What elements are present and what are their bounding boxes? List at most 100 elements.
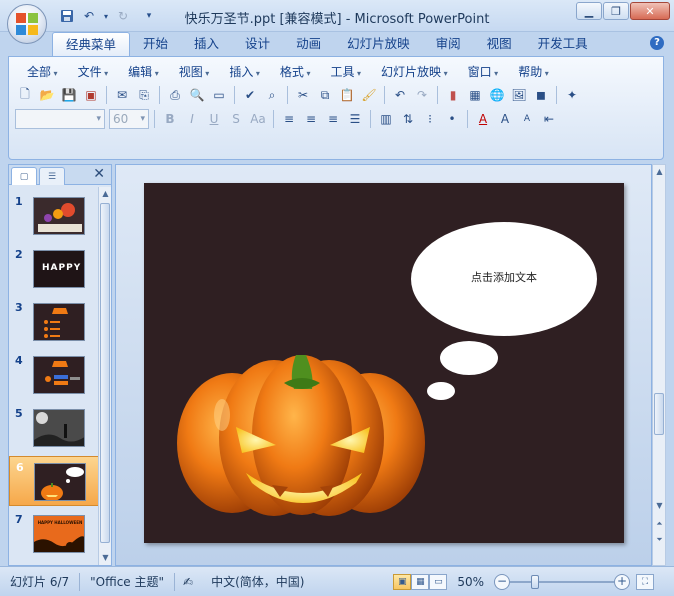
slides-panel-scrollbar[interactable]: ▲ ▼: [98, 187, 111, 565]
scroll-up-icon[interactable]: ▲: [653, 165, 666, 179]
fit-to-window-icon[interactable]: ⛶: [636, 573, 654, 590]
menu-help[interactable]: 帮助: [508, 63, 559, 81]
redo-icon[interactable]: ↷: [412, 85, 432, 105]
email-icon[interactable]: ✉: [112, 85, 132, 105]
slide-thumbnail-4[interactable]: 4: [9, 350, 99, 400]
menu-tools[interactable]: 工具: [320, 63, 371, 81]
minimize-icon[interactable]: ▁: [576, 2, 602, 20]
current-slide[interactable]: 点击添加文本: [144, 183, 624, 543]
tab-review[interactable]: 审阅: [423, 32, 474, 56]
menu-window[interactable]: 窗口: [458, 63, 509, 81]
normal-view-icon[interactable]: ▣: [393, 573, 412, 590]
zoom-level[interactable]: 50%: [447, 575, 494, 589]
spellcheck-icon[interactable]: ✔: [240, 85, 260, 105]
slideshow-view-icon[interactable]: ▭: [429, 573, 448, 590]
undo-icon[interactable]: ↶: [390, 85, 410, 105]
print-preview-icon[interactable]: 🔍: [187, 85, 207, 105]
previous-slide-icon[interactable]: ⏶: [653, 517, 666, 531]
align-left-icon[interactable]: ≡: [279, 109, 299, 129]
zoom-slider[interactable]: [510, 574, 614, 590]
help-icon[interactable]: ?: [650, 36, 664, 50]
tab-classic-menu[interactable]: 经典菜单: [52, 32, 131, 56]
chart-icon[interactable]: ▮: [443, 85, 463, 105]
menu-file[interactable]: 文件: [68, 63, 119, 81]
open-folder-icon[interactable]: 📂: [37, 85, 57, 105]
scrollbar-thumb[interactable]: [100, 203, 110, 543]
tab-slideshow[interactable]: 幻灯片放映: [334, 32, 423, 56]
format-painter-icon[interactable]: 🖌: [359, 85, 379, 105]
align-center-icon[interactable]: ≡: [301, 109, 321, 129]
color-grayscale-icon[interactable]: ◼: [531, 85, 551, 105]
zoom-slider-knob[interactable]: [531, 574, 540, 589]
slide-thumbnail-5[interactable]: 5: [9, 403, 99, 453]
language-indicator[interactable]: 中文(简体，中国): [201, 573, 314, 590]
menu-format[interactable]: 格式: [270, 63, 321, 81]
menu-insert[interactable]: 插入: [219, 63, 270, 81]
change-case-icon[interactable]: Aa: [248, 109, 268, 129]
bold-icon[interactable]: B: [160, 109, 180, 129]
numbered-list-icon[interactable]: ⁝: [420, 109, 440, 129]
columns-icon[interactable]: ▥: [376, 109, 396, 129]
bullet-list-icon[interactable]: •: [442, 109, 462, 129]
slide-thumbnail-1[interactable]: 1: [9, 191, 99, 241]
scroll-down-icon[interactable]: ▼: [99, 551, 112, 565]
slide-thumbnail-7[interactable]: 7 HAPPY HALLOWEEN: [9, 509, 99, 559]
spellcheck-status-icon[interactable]: ✍: [175, 575, 201, 589]
zoom-in-icon[interactable]: +: [614, 573, 630, 590]
font-size-select[interactable]: 60: [109, 109, 149, 129]
attach-icon[interactable]: ⎘: [134, 85, 154, 105]
menu-slideshow[interactable]: 幻灯片放映: [371, 63, 458, 81]
cut-icon[interactable]: ✂: [293, 85, 313, 105]
zoom-out-icon[interactable]: −: [494, 573, 510, 590]
outline-tab-icon[interactable]: ☰: [39, 167, 65, 185]
slide-thumbnail-6[interactable]: 6: [9, 456, 99, 506]
slide-thumbnail-3[interactable]: 3: [9, 297, 99, 347]
scroll-up-icon[interactable]: ▲: [99, 187, 112, 201]
new-slide-icon[interactable]: ✦: [562, 85, 582, 105]
align-right-icon[interactable]: ≡: [323, 109, 343, 129]
close-icon[interactable]: ✕: [93, 166, 105, 182]
text-direction-icon[interactable]: ⇅: [398, 109, 418, 129]
slides-tab-icon[interactable]: ▢: [11, 167, 37, 185]
table-icon[interactable]: ▦: [465, 85, 485, 105]
maximize-icon[interactable]: ❐: [603, 2, 629, 20]
permission-icon[interactable]: ▣: [81, 85, 101, 105]
decrease-font-icon[interactable]: A: [517, 109, 537, 129]
menu-view[interactable]: 视图: [169, 63, 220, 81]
underline-icon[interactable]: U: [204, 109, 224, 129]
scroll-down-icon[interactable]: ▼: [653, 499, 666, 513]
editor-scrollbar[interactable]: ▲ ▼ ⏶ ⏷: [652, 164, 666, 566]
scrollbar-thumb[interactable]: [654, 393, 664, 435]
research-icon[interactable]: ⌕: [262, 85, 282, 105]
office-button[interactable]: [7, 4, 47, 44]
tab-home[interactable]: 开始: [130, 32, 181, 56]
close-icon[interactable]: ✕: [630, 2, 670, 20]
paste-icon[interactable]: 📋: [337, 85, 357, 105]
new-document-icon[interactable]: 🗋: [15, 85, 35, 105]
italic-icon[interactable]: I: [182, 109, 202, 129]
next-slide-icon[interactable]: ⏷: [653, 533, 666, 547]
font-color-icon[interactable]: A: [473, 109, 493, 129]
slide-thumbnail-2[interactable]: 2 HAPPY: [9, 244, 99, 294]
strikethrough-icon[interactable]: S: [226, 109, 246, 129]
save-icon[interactable]: 💾: [59, 85, 79, 105]
tab-view[interactable]: 视图: [474, 32, 525, 56]
bubble-text-placeholder[interactable]: 点击添加文本: [412, 269, 596, 285]
copy-icon[interactable]: ⧉: [315, 85, 335, 105]
tab-developer[interactable]: 开发工具: [525, 32, 601, 56]
decrease-indent-icon[interactable]: ⇤: [539, 109, 559, 129]
print-icon[interactable]: ⎙: [165, 85, 185, 105]
tab-insert[interactable]: 插入: [181, 32, 232, 56]
preview-icon[interactable]: ▭: [209, 85, 229, 105]
slide-sorter-view-icon[interactable]: ▦: [411, 573, 430, 590]
menu-edit[interactable]: 编辑: [118, 63, 169, 81]
justify-icon[interactable]: ☰: [345, 109, 365, 129]
tab-animation[interactable]: 动画: [283, 32, 334, 56]
hyperlink-icon[interactable]: 🌐: [487, 85, 507, 105]
increase-font-icon[interactable]: A: [495, 109, 515, 129]
font-name-select[interactable]: [15, 109, 105, 129]
menu-all[interactable]: 全部: [17, 63, 68, 81]
pumpkin-image[interactable]: [177, 355, 425, 516]
tab-design[interactable]: 设计: [232, 32, 283, 56]
insert-picture-icon[interactable]: 🖼: [509, 85, 529, 105]
